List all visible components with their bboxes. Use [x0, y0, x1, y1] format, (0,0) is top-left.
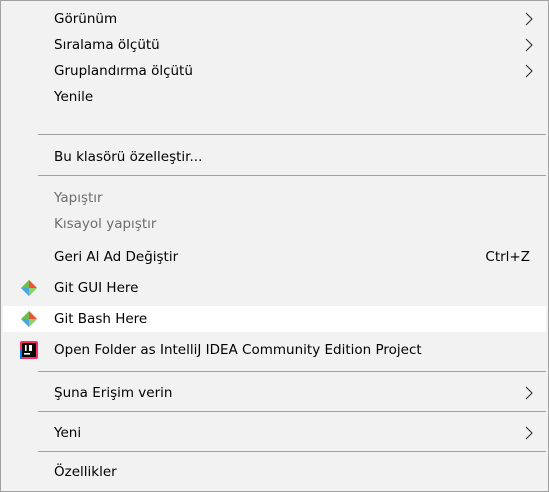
chevron-right-icon [525, 386, 533, 400]
menu-item-refresh[interactable]: Yenile [3, 84, 546, 110]
menu-item-label: Yapıştır [54, 190, 103, 206]
menu-item-label: Kısayol yapıştır [54, 216, 157, 232]
menu-item-properties[interactable]: Özellikler [3, 459, 546, 485]
menu-item-group-by[interactable]: Gruplandırma ölçütü [3, 58, 546, 84]
context-menu: Görünüm Sıralama ölçütü Gruplandırma ölç… [0, 0, 549, 492]
menu-item-label: Geri Al Ad Değiştir [54, 249, 179, 265]
menu-item-customize-folder[interactable]: Bu klasörü özelleştir... [3, 144, 546, 170]
menu-item-git-bash-here[interactable]: Git Bash Here [3, 306, 546, 332]
menu-item-label: Git GUI Here [54, 280, 139, 296]
menu-separator [38, 371, 546, 372]
menu-item-label: Git Bash Here [54, 311, 148, 327]
menu-item-git-gui-here[interactable]: Git GUI Here [3, 275, 546, 301]
chevron-right-icon [525, 38, 533, 52]
git-diamond-icon [21, 280, 37, 296]
menu-separator [38, 451, 546, 452]
menu-item-open-in-intellij[interactable]: Open Folder as IntelliJ IDEA Community E… [3, 337, 546, 363]
menu-separator [38, 411, 546, 412]
menu-item-label: Bu klasörü özelleştir... [54, 149, 203, 165]
menu-item-label: Yeni [54, 425, 82, 441]
chevron-right-icon [525, 12, 533, 26]
menu-item-label: Şuna Erişim verin [54, 385, 173, 401]
menu-item-undo-rename[interactable]: Geri Al Ad Değiştir Ctrl+Z [3, 244, 546, 270]
menu-separator [38, 134, 546, 135]
menu-item-label: Open Folder as IntelliJ IDEA Community E… [54, 342, 422, 358]
menu-item-label: Görünüm [54, 11, 118, 27]
menu-item-label: Yenile [54, 89, 94, 105]
menu-item-sort-by[interactable]: Sıralama ölçütü [3, 32, 546, 58]
chevron-right-icon [525, 64, 533, 78]
menu-item-view[interactable]: Görünüm [3, 6, 546, 32]
menu-item-shortcut: Ctrl+Z [485, 249, 530, 265]
git-diamond-icon [21, 311, 37, 327]
menu-item-new[interactable]: Yeni [3, 420, 546, 446]
intellij-idea-icon [20, 341, 38, 359]
menu-item-give-access-to[interactable]: Şuna Erişim verin [3, 380, 546, 406]
chevron-right-icon [525, 426, 533, 440]
menu-separator [38, 175, 546, 176]
menu-item-paste-shortcut[interactable]: Kısayol yapıştır [3, 211, 546, 237]
menu-item-label: Sıralama ölçütü [54, 37, 160, 53]
menu-item-label: Gruplandırma ölçütü [54, 63, 193, 79]
menu-item-paste[interactable]: Yapıştır [3, 185, 546, 211]
menu-item-label: Özellikler [54, 464, 117, 480]
